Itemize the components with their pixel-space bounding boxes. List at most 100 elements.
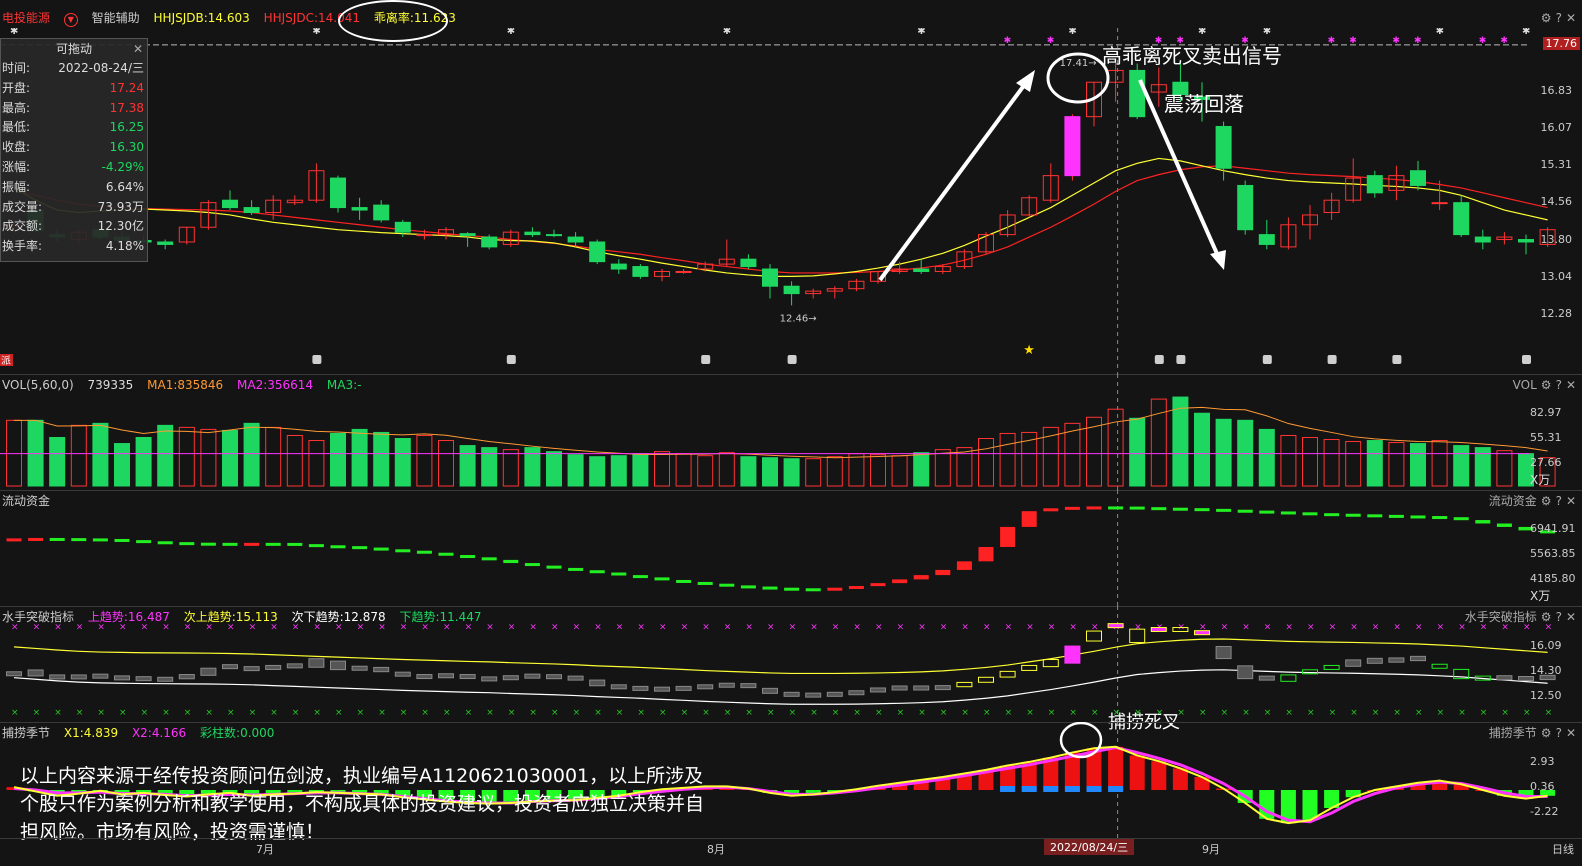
lower-cross-marker: × [1156, 708, 1164, 718]
upper-cross-marker: × [184, 622, 192, 632]
flow-bar [71, 538, 87, 542]
dropdown-icon[interactable]: ▼ [63, 13, 78, 27]
flow-chart[interactable]: 6941.91 5563.85 4185.80 X万 [0, 490, 1582, 606]
flow-bar [265, 542, 281, 546]
sailor-bar [49, 674, 66, 680]
assist-label[interactable]: 智能辅助 [92, 11, 140, 25]
flow-bar [978, 547, 994, 562]
upper-cross-marker: × [767, 622, 775, 632]
upper-cross-marker: × [702, 622, 710, 632]
candle-body [524, 231, 541, 236]
star-marker: ✱ [312, 28, 320, 37]
star-marker: ✱ [723, 28, 731, 37]
flow-bar [568, 567, 584, 571]
sailor-bar [805, 692, 822, 698]
upper-cross-marker: × [789, 622, 797, 632]
sailor-down2-line [13, 669, 1548, 705]
info-close-icon[interactable]: ✕ [133, 39, 143, 59]
volume-bar [178, 426, 195, 487]
volume-bar [675, 453, 692, 487]
info-title[interactable]: 可拖动 [56, 42, 92, 56]
info-key: 最低: [2, 120, 31, 135]
volume-bar [1453, 445, 1470, 487]
upper-cross-marker: × [205, 622, 213, 632]
y-tick: 16.83 [1540, 83, 1573, 97]
star-marker: ✱ [10, 28, 18, 37]
y-tick-top: 17.76 [1542, 36, 1580, 50]
volume-chart[interactable]: 82.97 55.31 27.66 X万 [0, 374, 1582, 490]
upper-cross-marker: × [1458, 622, 1466, 632]
signal-marker [701, 355, 711, 364]
info-value: 4.18% [105, 239, 144, 254]
help-icon[interactable]: ? [1556, 11, 1562, 25]
pink-star-marker: ✱ [1414, 36, 1422, 46]
guai-circle [338, 0, 448, 42]
flow-bar [632, 575, 648, 579]
lower-cross-marker: × [1501, 708, 1509, 718]
sailor-y-tick: 12.50 [1530, 689, 1562, 702]
lower-cross-marker: × [1221, 708, 1229, 718]
pink-star-marker: ✱ [1328, 36, 1336, 46]
signal-marker [1154, 355, 1164, 364]
sailor-bar [1280, 674, 1297, 682]
info-key: 成交量: [2, 199, 43, 214]
flow-bar [1086, 506, 1102, 510]
vol-y-tick: 55.31 [1530, 431, 1562, 444]
sailor-bar [1237, 665, 1254, 680]
lower-cross-marker: × [1069, 708, 1077, 718]
sailor-bar [157, 676, 174, 682]
info-box[interactable]: 可拖动 ✕ 时间: 2022-08-24/三 开盘: 17.24 最高: 17.38 最低: 1… [0, 38, 148, 262]
volume-bar [114, 443, 130, 487]
lower-cross-marker: × [465, 708, 473, 718]
sailor-chart[interactable]: × × × × × × × × × × × × × × × × × × × × × × × × × × × × × × × × × × × × × × × ×… [0, 606, 1582, 722]
volume-bar [718, 452, 735, 487]
flow-bar [1237, 509, 1253, 513]
sailor-bar [848, 690, 865, 696]
settings-icon[interactable]: ⚙ [1541, 11, 1552, 25]
period-label[interactable]: 日线 [1552, 841, 1574, 857]
flow-bar [935, 569, 951, 576]
candle-body [459, 233, 476, 237]
volume-bar [740, 456, 757, 487]
lower-cross-marker: × [1523, 708, 1531, 718]
flow-bar [416, 550, 432, 554]
sailor-bar [1410, 655, 1426, 662]
candle-body [567, 236, 584, 243]
flow-bar [49, 537, 65, 541]
flow-bar [1064, 506, 1080, 510]
upper-cross-marker: × [1221, 622, 1229, 632]
upper-cross-marker: × [1545, 622, 1553, 632]
info-key: 最高: [2, 100, 31, 115]
sailor-bar [913, 685, 930, 691]
upper-cross-marker: × [810, 622, 818, 632]
candle-body [1431, 202, 1448, 205]
volume-bar [438, 440, 454, 487]
info-row: 换手率: 4.18% [1, 237, 147, 257]
candle-body [1215, 125, 1232, 169]
close-icon[interactable]: ✕ [1566, 11, 1576, 25]
candlestick-chart[interactable]: 17.41→12.46→✱ ✱ ✱ ✱ ✱ ✱ ✱ ✱ ✱ ✱✱ ✱ ✱ ✱ ✱ ✱ ✱ ✱ ✱ ✱ ✱★派 [0, 28, 1582, 374]
lower-cross-marker: × [940, 708, 948, 718]
volume-bar [1302, 436, 1318, 487]
upper-cross-marker: × [724, 622, 732, 632]
lower-cross-marker: × [529, 708, 537, 718]
volume-bar [27, 419, 44, 487]
lower-cross-marker: × [1177, 708, 1185, 718]
volume-bar [1172, 396, 1189, 487]
star-marker: ✱ [1198, 28, 1206, 37]
info-value: 12.30亿 [97, 219, 144, 234]
info-key: 开盘: [2, 80, 31, 95]
lower-cross-marker: × [1134, 708, 1142, 718]
volume-bar [416, 434, 433, 487]
info-key: 换手率: [2, 239, 43, 254]
upper-cross-marker: × [378, 622, 386, 632]
candle-body [222, 199, 238, 209]
flow-bar [1324, 513, 1340, 517]
flow-bar [956, 561, 972, 570]
upper-cross-marker: × [443, 622, 451, 632]
candle-body [330, 177, 346, 209]
upper-cross-marker: × [637, 622, 645, 632]
stock-name[interactable]: 电投能源 [2, 11, 50, 25]
catch-bar [1151, 761, 1167, 790]
upper-cross-marker: × [1393, 622, 1401, 632]
